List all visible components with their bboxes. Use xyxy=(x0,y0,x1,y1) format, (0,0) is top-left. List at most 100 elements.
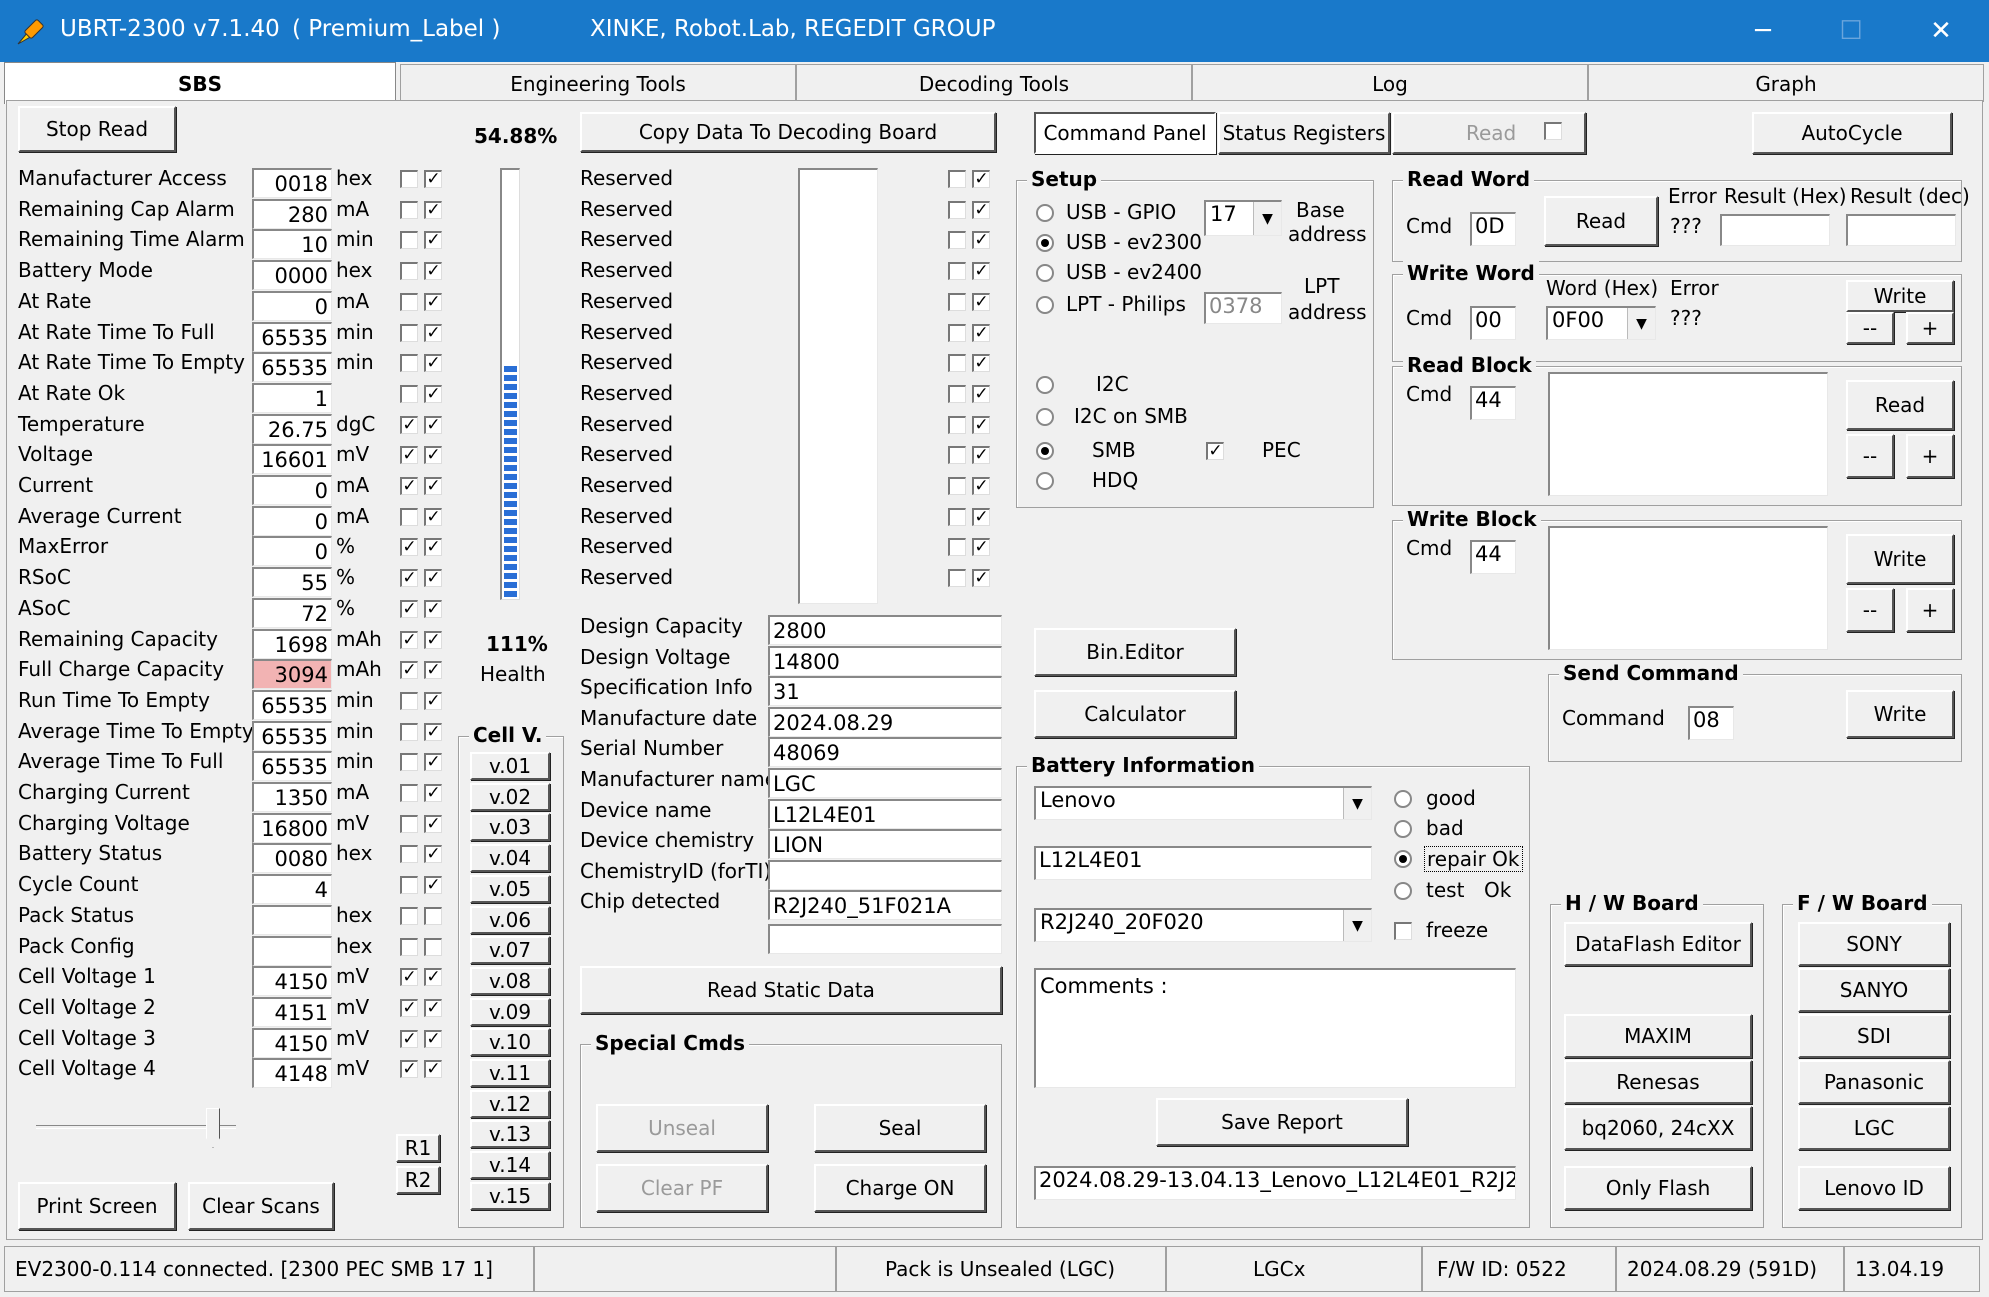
write-block-cmd-field[interactable]: 44 xyxy=(1470,540,1516,574)
register-value[interactable]: 0 xyxy=(252,505,332,536)
reserved-log-checkbox[interactable] xyxy=(948,477,966,495)
register-log-checkbox[interactable]: ✓ xyxy=(400,968,418,987)
test-radio[interactable] xyxy=(1394,882,1412,900)
status-registers-button[interactable]: Status Registers xyxy=(1218,112,1390,154)
cell-voltage-button[interactable]: v.08 xyxy=(470,966,550,995)
register-log-checkbox[interactable] xyxy=(400,231,418,250)
reserved-log-checkbox[interactable] xyxy=(948,354,966,373)
write-word-cmd-field[interactable]: 00 xyxy=(1470,306,1516,340)
register-scan-checkbox[interactable]: ✓ xyxy=(424,876,442,895)
reserved-scan-checkbox[interactable]: ✓ xyxy=(972,507,990,526)
write-block-data[interactable] xyxy=(1548,526,1828,650)
static-value[interactable]: 31 xyxy=(768,676,1002,707)
register-value[interactable]: 1350 xyxy=(252,782,332,812)
register-log-checkbox[interactable] xyxy=(400,200,418,219)
register-log-checkbox[interactable] xyxy=(400,292,418,311)
register-log-checkbox[interactable]: ✓ xyxy=(400,630,418,649)
cell-voltage-button[interactable]: v.02 xyxy=(470,782,550,811)
tab-graph[interactable]: Graph xyxy=(1588,64,1984,102)
clear-pf-button[interactable]: Clear PF xyxy=(596,1164,768,1212)
read-block-data[interactable] xyxy=(1548,372,1828,496)
register-scan-checkbox[interactable]: ✓ xyxy=(424,538,442,557)
register-log-checkbox[interactable] xyxy=(400,262,418,281)
register-value[interactable] xyxy=(252,904,332,935)
register-scan-checkbox[interactable]: ✓ xyxy=(424,691,442,710)
reserved-scan-checkbox[interactable]: ✓ xyxy=(972,569,990,588)
print-screen-button[interactable]: Print Screen xyxy=(18,1182,176,1230)
register-value[interactable]: 4150 xyxy=(252,966,332,997)
register-log-checkbox[interactable]: ✓ xyxy=(400,661,418,680)
register-scan-checkbox[interactable]: ✓ xyxy=(424,753,442,772)
copy-to-decoding-button[interactable]: Copy Data To Decoding Board xyxy=(580,112,996,152)
register-scan-checkbox[interactable]: ✓ xyxy=(424,323,442,342)
usb-ev2300-radio[interactable] xyxy=(1036,234,1054,252)
reserved-scan-checkbox[interactable]: ✓ xyxy=(972,446,990,465)
write-block-plus-button[interactable]: + xyxy=(1906,588,1954,632)
cell-voltage-button[interactable]: v.05 xyxy=(470,874,550,903)
register-log-checkbox[interactable] xyxy=(400,814,418,833)
charge-on-button[interactable]: Charge ON xyxy=(814,1164,986,1212)
fw-board-button[interactable]: SDI xyxy=(1798,1014,1950,1058)
i2c-radio[interactable] xyxy=(1036,376,1054,394)
write-word-button[interactable]: Write xyxy=(1846,280,1954,312)
register-log-checkbox[interactable] xyxy=(400,354,418,373)
clear-scans-button[interactable]: Clear Scans xyxy=(188,1182,334,1230)
i2c-on-smb-radio[interactable] xyxy=(1036,408,1054,426)
register-value[interactable]: 4 xyxy=(252,874,332,905)
reserved-log-checkbox[interactable] xyxy=(948,170,966,188)
static-value[interactable]: 2024.08.29 xyxy=(768,706,1002,737)
smb-radio[interactable] xyxy=(1036,442,1054,460)
report-name-field[interactable]: 2024.08.29-13.04.13_Lenovo_L12L4E01_R2J2… xyxy=(1034,1166,1516,1200)
pec-checkbox[interactable]: ✓ xyxy=(1206,442,1224,460)
register-value[interactable]: 65535 xyxy=(252,751,332,782)
reserved-log-checkbox[interactable] xyxy=(948,231,966,250)
register-scan-checkbox[interactable]: ✓ xyxy=(424,599,442,618)
word-hex-select[interactable]: 0F00 ▼ xyxy=(1546,306,1656,340)
register-value[interactable]: 26.75 xyxy=(252,413,332,444)
result-dec-field[interactable] xyxy=(1846,214,1956,246)
register-log-checkbox[interactable] xyxy=(400,937,418,956)
cell-voltage-button[interactable]: v.12 xyxy=(470,1089,550,1118)
register-scan-checkbox[interactable]: ✓ xyxy=(424,170,442,188)
lpt-address-field[interactable]: 0378 xyxy=(1204,292,1282,324)
fw-board-button[interactable]: LGC xyxy=(1798,1106,1950,1150)
chip-select[interactable]: R2J240_20F020 ▼ xyxy=(1034,908,1372,942)
register-log-checkbox[interactable] xyxy=(400,323,418,342)
register-scan-checkbox[interactable]: ✓ xyxy=(424,384,442,403)
read-block-cmd-field[interactable]: 44 xyxy=(1470,386,1516,420)
register-log-checkbox[interactable] xyxy=(400,753,418,772)
register-scan-checkbox[interactable] xyxy=(424,937,442,956)
register-value[interactable]: 4151 xyxy=(252,996,332,1027)
lpt-philips-radio[interactable] xyxy=(1036,296,1054,314)
fw-board-button[interactable]: SONY xyxy=(1798,922,1950,966)
result-hex-field[interactable] xyxy=(1720,214,1830,246)
comments-field[interactable]: Comments : xyxy=(1034,968,1516,1088)
usb-ev2400-radio[interactable] xyxy=(1036,264,1054,282)
cell-voltage-button[interactable]: v.13 xyxy=(470,1120,550,1149)
static-extra-field[interactable] xyxy=(768,924,1002,954)
read-static-data-button[interactable]: Read Static Data xyxy=(580,966,1002,1014)
register-value[interactable]: 4150 xyxy=(252,1027,332,1058)
register-value[interactable]: 0 xyxy=(252,536,332,567)
read-block-minus-button[interactable]: -- xyxy=(1846,434,1894,478)
register-value[interactable]: 16800 xyxy=(252,812,332,843)
register-log-checkbox[interactable] xyxy=(400,876,418,895)
register-log-checkbox[interactable] xyxy=(400,784,418,802)
static-value[interactable]: 14800 xyxy=(768,645,1002,676)
read-toggle-checkbox[interactable] xyxy=(1544,122,1562,140)
reserved-log-checkbox[interactable] xyxy=(948,507,966,526)
cell-voltage-button[interactable]: v.07 xyxy=(470,936,550,965)
register-value[interactable]: 65535 xyxy=(252,352,332,383)
hw-board-button[interactable]: bq2060, 24cXX xyxy=(1564,1106,1752,1150)
reserved-scan-checkbox[interactable]: ✓ xyxy=(972,538,990,557)
register-scan-checkbox[interactable]: ✓ xyxy=(424,784,442,802)
reserved-log-checkbox[interactable] xyxy=(948,262,966,281)
register-value[interactable]: 65535 xyxy=(252,321,332,352)
reserved-log-checkbox[interactable] xyxy=(948,200,966,219)
reserved-scan-checkbox[interactable]: ✓ xyxy=(972,200,990,219)
tab-log[interactable]: Log xyxy=(1192,64,1588,102)
register-scan-checkbox[interactable]: ✓ xyxy=(424,968,442,987)
reserved-log-checkbox[interactable] xyxy=(948,569,966,588)
seal-button[interactable]: Seal xyxy=(814,1104,986,1152)
register-scan-checkbox[interactable]: ✓ xyxy=(424,722,442,741)
